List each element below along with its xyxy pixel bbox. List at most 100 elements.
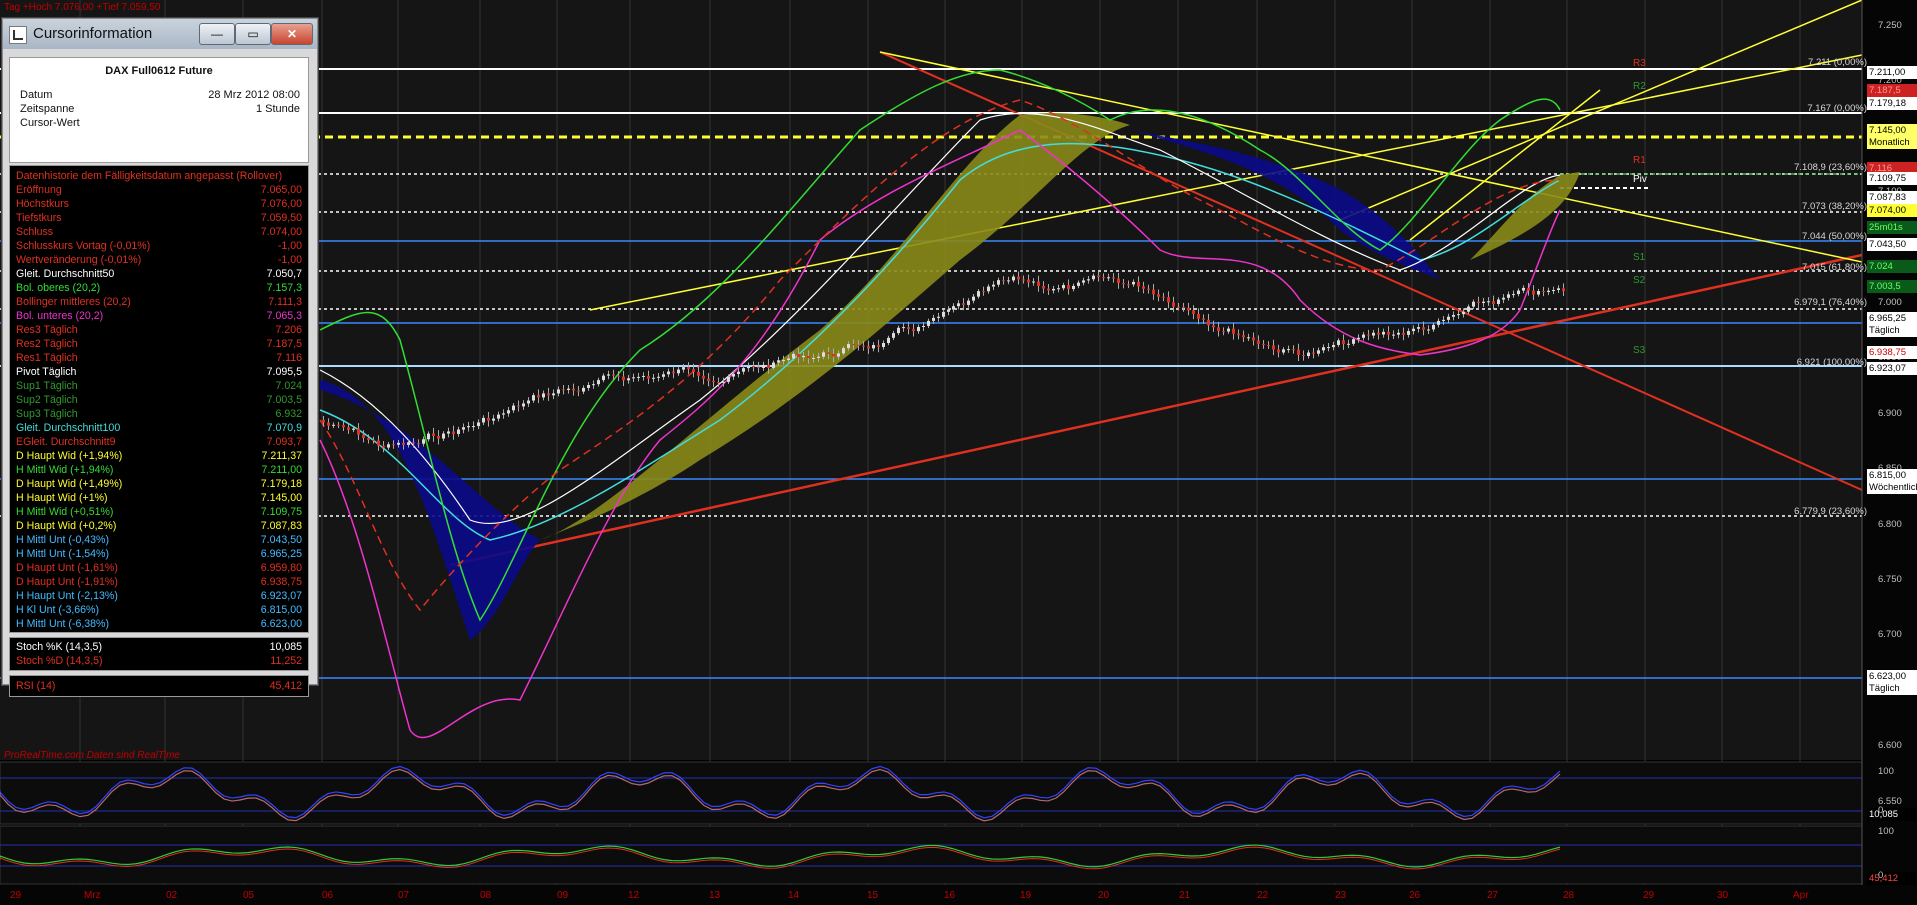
candle-body — [992, 284, 995, 287]
candle-body — [1032, 281, 1035, 283]
time-tick: 19 — [1020, 890, 1032, 901]
time-tick: 23 — [1335, 890, 1347, 901]
indicator-label: Datenhistorie dem Fälligkeitsdatum angep… — [16, 170, 283, 182]
indicator-row: Eröffnung 7.065,00 — [16, 183, 302, 197]
candle-body — [1447, 316, 1450, 320]
candle-body — [502, 413, 505, 415]
candle-body — [1537, 290, 1540, 295]
candle-body — [482, 417, 485, 423]
candle-body — [357, 428, 360, 435]
candle-body — [507, 410, 510, 414]
candle-body — [837, 353, 840, 357]
candle-body — [1192, 310, 1195, 314]
maximize-button[interactable]: ▭ — [235, 23, 271, 45]
price-tag: Täglich — [1867, 682, 1917, 695]
indicator-row: Res2 Täglich 7.187,5 — [16, 337, 302, 351]
indicator-row: Sup1 Täglich 7.024 — [16, 379, 302, 393]
candle-body — [1312, 352, 1315, 354]
candle-body — [1477, 301, 1480, 303]
instrument-name: DAX Full0612 Future — [105, 65, 213, 77]
stoch-k-row: Stoch %K (14,3,5) 10,085 — [16, 640, 302, 654]
candle-body — [637, 376, 640, 378]
candle-body — [877, 345, 880, 347]
indicator-label: Schluss — [16, 226, 54, 238]
candle-body — [1522, 287, 1525, 291]
indicator-value: 7.157,3 — [266, 282, 302, 294]
candle-body — [462, 427, 465, 430]
info-label: Zeitspanne — [20, 103, 75, 115]
indicator-row: H Mittl Wid (+0,51%) 7.109,75 — [16, 505, 302, 519]
candle-body — [717, 382, 720, 384]
indicator-value: 7.024 — [275, 380, 302, 392]
fib-level-label: 7.108,9 (23,60%) — [1794, 162, 1867, 173]
candle-body — [487, 417, 490, 421]
indicator-value: 7.076,00 — [260, 198, 302, 210]
candle-body — [1152, 289, 1155, 295]
info-label: Datum — [20, 89, 53, 101]
candle-body — [1287, 349, 1290, 351]
candle-body — [977, 291, 980, 297]
candle-body — [1007, 280, 1010, 282]
fib-level-label: 6.921 (100,00%) — [1796, 357, 1867, 368]
panel-titlebar[interactable]: Cursorinformation — ▭ ✕ — [3, 19, 317, 49]
candle-body — [1217, 327, 1220, 332]
candle-body — [382, 445, 385, 448]
candle-body — [1297, 349, 1300, 356]
rsi-value: 45,412 — [269, 680, 302, 692]
price-tag: 45,412 — [1867, 872, 1917, 885]
price-tag: 7.087,83 — [1867, 191, 1917, 204]
candle-body — [1047, 288, 1050, 291]
candle-body — [1292, 349, 1295, 351]
candle-body — [582, 387, 585, 392]
candle-body — [392, 444, 395, 446]
candle-body — [1437, 320, 1440, 325]
sub-axis-tick: 0 — [1878, 805, 1884, 816]
candle-body — [1267, 344, 1270, 346]
candle-body — [1237, 333, 1240, 336]
time-tick: 14 — [788, 890, 800, 901]
candle-body — [332, 424, 335, 426]
indicator-value: -1,00 — [277, 254, 302, 266]
indicator-row: Bollinger mittleres (20,2) 7.111,3 — [16, 295, 302, 309]
pivot-label: Piv — [1633, 174, 1647, 185]
candle-body — [797, 353, 800, 358]
indicator-label: Sup1 Täglich — [16, 380, 78, 392]
cursor-info-panel[interactable]: Cursorinformation — ▭ ✕ DAX Full0612 Fut… — [2, 18, 318, 697]
candle-body — [1532, 290, 1535, 295]
candle-body — [1197, 313, 1200, 319]
price-tag: 7.074,00 — [1867, 204, 1917, 217]
candle-body — [1022, 279, 1025, 281]
candle-body — [997, 280, 1000, 285]
indicator-label: Res1 Täglich — [16, 352, 78, 364]
indicator-label: H Kl Unt (-3,66%) — [16, 604, 100, 616]
candle-body — [1027, 279, 1030, 283]
candle-body — [1527, 287, 1530, 291]
candle-body — [747, 366, 750, 369]
indicator-label: D Haupt Wid (+1,49%) — [16, 478, 123, 490]
price-tag: 7.003,5 — [1867, 280, 1917, 293]
indicator-value: 7.065,00 — [260, 184, 302, 196]
pivot-label: S3 — [1633, 345, 1646, 356]
candle-body — [512, 405, 515, 411]
stoch-d-label: Stoch %D (14,3,5) — [16, 655, 103, 667]
price-tag: 7.187,5 — [1867, 84, 1917, 97]
candle-body — [1157, 294, 1160, 297]
candle-body — [477, 422, 480, 427]
indicator-value: 7.043,50 — [260, 534, 302, 546]
indicator-value: 7.065,3 — [266, 310, 302, 322]
candle-body — [1062, 285, 1065, 289]
indicator-value: 7.059,50 — [260, 212, 302, 224]
candle-body — [697, 371, 700, 376]
candle-body — [1247, 337, 1250, 339]
candle-body — [417, 443, 420, 445]
minimize-button[interactable]: — — [199, 23, 235, 45]
close-button[interactable]: ✕ — [271, 23, 313, 45]
candle-body — [327, 422, 330, 426]
candle-body — [1282, 349, 1285, 353]
candle-body — [367, 438, 370, 440]
candle-body — [647, 375, 650, 379]
candle-body — [987, 286, 990, 292]
candle-body — [982, 291, 985, 293]
candle-body — [362, 434, 365, 439]
candle-body — [1002, 280, 1005, 282]
